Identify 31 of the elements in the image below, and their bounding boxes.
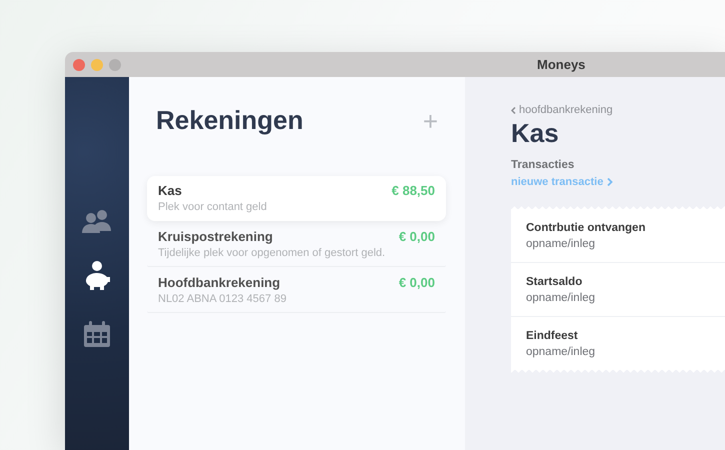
close-button[interactable]: [73, 58, 85, 70]
transaction-type: opname/inleg: [526, 292, 596, 304]
account-description: Plek voor contant geld: [158, 201, 268, 213]
transaction-name: Startsaldo: [526, 276, 584, 288]
transaction-row[interactable]: Contrbutie ontvangen opname/inleg: [511, 209, 725, 263]
panel-title: Rekeningen: [156, 105, 304, 136]
account-balance: € 0,00: [398, 275, 435, 290]
piggy-icon[interactable]: [83, 261, 111, 293]
transaction-name: Contrbutie ontvangen: [526, 222, 646, 234]
transaction-type: opname/inleg: [526, 346, 596, 358]
people-icon[interactable]: [82, 209, 112, 233]
account-item[interactable]: Hoofdbankrekening € 0,00 NL02 ABNA 0123 4567 89: [147, 268, 446, 313]
account-balance: € 0,00: [398, 229, 435, 244]
transaction-row[interactable]: Startsaldo opname/inleg: [511, 263, 725, 317]
section-heading: Transacties: [511, 159, 574, 171]
account-name: Hoofdbankrekening: [158, 275, 280, 290]
account-item[interactable]: Kas € 88,50 Plek voor contant geld: [147, 176, 446, 221]
account-title: Kas: [511, 118, 559, 149]
account-name: Kas: [158, 183, 182, 198]
account-description: Tijdelijke plek voor opgenomen of gestort geld.: [158, 247, 386, 259]
chevron-left-icon: [511, 106, 516, 114]
calendar-icon[interactable]: [84, 321, 110, 347]
transaction-name: Eindfeest: [526, 330, 579, 342]
window-title: Moneys: [537, 57, 586, 72]
chevron-right-icon: [607, 178, 614, 186]
account-description: NL02 ABNA 0123 4567 89: [158, 293, 288, 305]
transaction-row[interactable]: Eindfeest opname/inleg: [511, 317, 725, 370]
account-name: Kruispostrekening: [158, 229, 273, 244]
account-balance: € 88,50: [392, 183, 435, 198]
account-item[interactable]: Kruispostrekening € 0,00 Tijdelijke plek voor opgenomen of gestort geld.: [147, 222, 446, 267]
transaction-type: opname/inleg: [526, 238, 596, 250]
